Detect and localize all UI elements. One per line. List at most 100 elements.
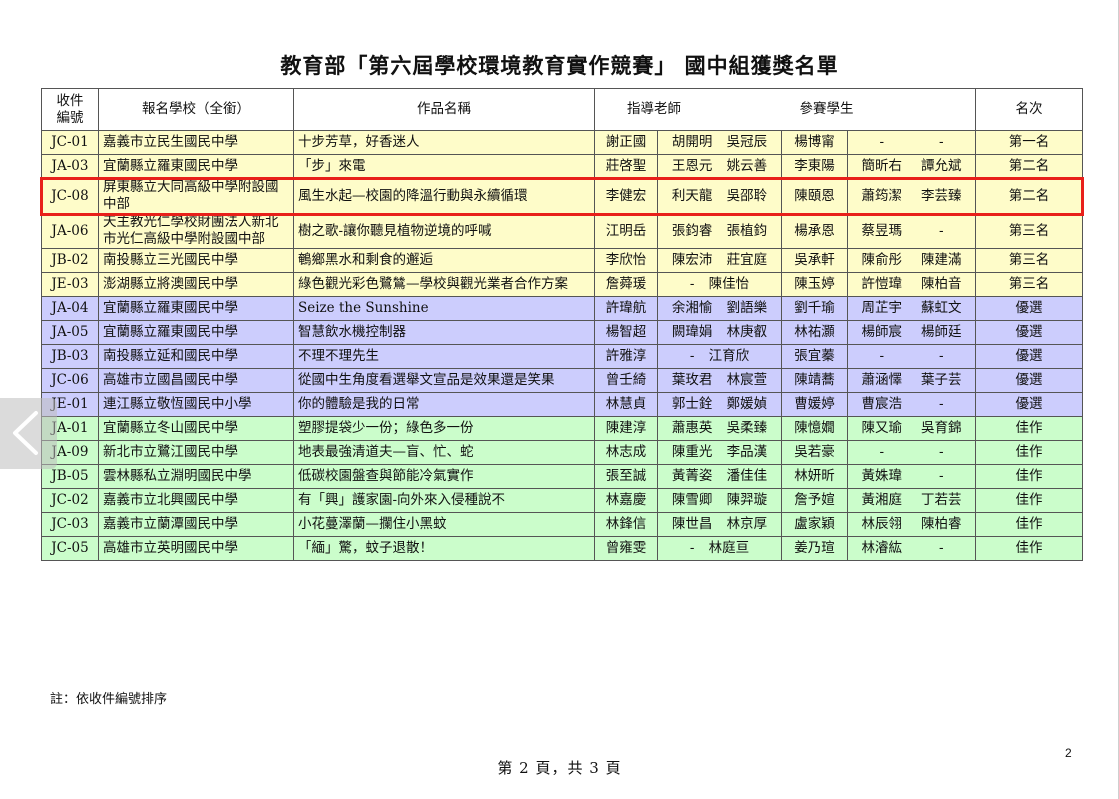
table-row: JB-02 南投縣立三光國民中學 鵪鄉黑水和剩食的邂逅 李欣怡 陳宏沛 莊宜庭 吳承軒 陳俞… — [41, 248, 1083, 273]
teacher-co-cell: 胡開明 吳冠辰 — [657, 130, 782, 155]
school-cell: 新北市立鷺江國民中學 — [98, 440, 294, 465]
table-row: JA-05 宜蘭縣立羅東國民中學 智慧飲水機控制器 楊智超 闕瑋娟 林庚叡 林祐灝 楊師宸楊… — [41, 320, 1083, 345]
student-others-cell: -- — [847, 440, 976, 465]
teacher-co-cell: 蕭惠英 吳柔臻 — [657, 416, 782, 441]
code-cell: JA-05 — [41, 320, 99, 345]
student-third: 蘇虹文 — [921, 300, 962, 316]
table-row: JA-06 天主教光仁學校財團法人新北市光仁高級中學附設國中部 樹之歌-讓你聽見植物… — [41, 213, 1083, 249]
previous-page-button[interactable] — [0, 398, 57, 469]
rank-cell: 第三名 — [975, 272, 1083, 297]
table-row: JC-01 嘉義市立民生國民中學 十步芳草，好香迷人 謝正國 胡開明 吳冠辰 楊博甯 - - 第… — [41, 130, 1083, 155]
student-first-cell: 張宜蓁 — [781, 344, 848, 369]
teacher-co-cell: 黃菁姿 潘佳佳 — [657, 464, 782, 489]
student-third: 楊師廷 — [921, 324, 962, 340]
work-cell: 智慧飲水機控制器 — [293, 320, 595, 345]
teacher-main-cell: 李健宏 — [594, 178, 658, 214]
rank-cell: 第二名 — [975, 154, 1083, 179]
work-cell: 有「興」護家園-向外來入侵種說不 — [293, 488, 595, 513]
code-cell: JA-06 — [41, 213, 99, 249]
student-second: 蔡昱瑪 — [861, 222, 903, 239]
school-cell: 嘉義市立北興國民中學 — [98, 488, 294, 513]
rank-cell: 第三名 — [975, 213, 1083, 249]
student-others-cell: 黃湘庭 丁若芸 — [847, 488, 976, 513]
student-first-cell: 陳憶嫺 — [781, 416, 848, 441]
student-first-cell: 姜乃瑄 — [781, 536, 848, 561]
work-cell: 樹之歌-讓你聽見植物逆境的呼喊 — [293, 213, 595, 249]
school-cell: 澎湖縣立將澳國民中學 — [98, 272, 294, 297]
school-cell: 南投縣立延和國民中學 — [98, 344, 294, 369]
rank-cell: 優選 — [975, 392, 1083, 417]
student-others-cell: 許愷瑋 陳柏音 — [847, 272, 976, 297]
teacher-co-cell: 葉玫君 林宸萱 — [657, 368, 782, 393]
rank-cell: 優選 — [975, 368, 1083, 393]
student-first-cell: 楊博甯 — [781, 130, 848, 155]
student-first-cell: 曹媛婷 — [781, 392, 848, 417]
rank-cell: 第三名 — [975, 248, 1083, 273]
teacher-main-cell: 張至誠 — [594, 464, 658, 489]
student-second: - — [879, 348, 885, 364]
school-cell: 屏東縣立大同高級中學附設國中部 — [98, 178, 294, 214]
school-cell: 高雄市立英明國民中學 — [98, 536, 294, 561]
student-third: 陳柏音 — [921, 276, 962, 292]
teacher-co-cell: - 陳佳怡 — [657, 272, 782, 297]
student-first-cell: 楊承恩 — [781, 213, 848, 249]
school-cell: 宜蘭縣立冬山國民中學 — [98, 416, 294, 441]
student-others-cell: 林辰翎 陳柏睿 — [847, 512, 976, 537]
teacher-co-cell: 張鈞睿 張植鈞 — [657, 213, 782, 249]
student-third: 丁若芸 — [921, 492, 962, 508]
table-row: JC-03 嘉義市立蘭潭國民中學 小花蔓澤蘭—攔住小黑蚊 林鋒信 陳世昌 林京厚 盧家穎林… — [41, 512, 1083, 537]
student-third: 李芸臻 — [921, 187, 962, 204]
teacher-main-cell: 李欣怡 — [594, 248, 658, 273]
rank-cell: 優選 — [975, 296, 1083, 321]
student-others-cell: 蕭涵懌 葉子芸 — [847, 368, 976, 393]
work-cell: 地表最強清道夫—盲、忙、蛇 — [293, 440, 595, 465]
student-third: 葉子芸 — [921, 372, 962, 388]
student-third: - — [938, 540, 944, 556]
header-row: 收件編號 報名學校（全銜） 作品名稱 指導老師 參賽學生 名次 — [41, 88, 1083, 131]
teacher-co-cell: 王恩元 姚云善 — [657, 154, 782, 179]
teacher-main-cell: 莊啓聖 — [594, 154, 658, 179]
student-third: - — [938, 134, 944, 150]
student-others-cell: 蕭筠潔 李芸臻 — [847, 178, 976, 214]
student-second: 林辰翎 — [861, 516, 903, 532]
rank-cell: 佳作 — [975, 512, 1083, 537]
work-cell: 小花蔓澤蘭—攔住小黑蚊 — [293, 512, 595, 537]
work-cell: 「步」來電 — [293, 154, 595, 179]
student-third: 譚允斌 — [921, 158, 962, 174]
student-first-cell: 詹予媗 — [781, 488, 848, 513]
teacher-co-cell: 陳世昌 林京厚 — [657, 512, 782, 537]
teacher-co-cell: 利天龍 吳邵聆 — [657, 178, 782, 214]
table-row: JB-05 雲林縣私立淵明國民中學 低碳校園盤查與節能冷氣實作 張至誠 黃菁姿 潘佳佳林… — [41, 464, 1083, 489]
table-row: JA-01 宜蘭縣立冬山國民中學 塑膠提袋少一份；綠色多一份 陳建淳 蕭惠英 吳柔臻 陳憶… — [41, 416, 1083, 441]
student-second: 陳又瑜 — [861, 420, 903, 436]
rank-cell: 優選 — [975, 320, 1083, 345]
table-row: JC-05 高雄市立英明國民中學 「緬」驚，蚊子退散！ 曾雍雯 - 林庭亘 姜乃瑄 林濬紘 -… — [41, 536, 1083, 561]
footnote: 註：依收件編號排序 — [50, 692, 168, 707]
school-cell: 天主教光仁學校財團法人新北市光仁高級中學附設國中部 — [98, 213, 294, 249]
student-others-cell: 周芷宇 蘇虹文 — [847, 296, 976, 321]
student-others-cell: 黃姝瑋 - — [847, 464, 976, 489]
work-cell: 鵪鄉黑水和剩食的邂逅 — [293, 248, 595, 273]
school-cell: 高雄市立國昌國民中學 — [98, 368, 294, 393]
student-second: 曹宸浩 — [861, 396, 903, 412]
code-cell: JC-05 — [41, 536, 99, 561]
teacher-main-cell: 詹蕣瑗 — [594, 272, 658, 297]
school-cell: 宜蘭縣立羅東國民中學 — [98, 296, 294, 321]
student-second: 林濬紘 — [861, 540, 903, 556]
student-third: - — [938, 348, 944, 364]
work-cell: 你的體驗是我的日常 — [293, 392, 595, 417]
student-second: 陳俞彤 — [861, 252, 903, 268]
teacher-main-cell: 楊智超 — [594, 320, 658, 345]
teacher-main-cell: 林嘉慶 — [594, 488, 658, 513]
header-students: 參賽學生 — [781, 88, 976, 131]
rank-cell: 佳作 — [975, 536, 1083, 561]
student-first-cell: 李東陽 — [781, 154, 848, 179]
teacher-main-cell: 江明岳 — [594, 213, 658, 249]
teacher-main-cell: 曾壬綺 — [594, 368, 658, 393]
student-first-cell: 劉千瑜 — [781, 296, 848, 321]
school-cell: 嘉義市立民生國民中學 — [98, 130, 294, 155]
student-second: 黃姝瑋 — [861, 468, 903, 484]
rank-cell: 第一名 — [975, 130, 1083, 155]
teacher-co-cell: - 江育欣 — [657, 344, 782, 369]
student-second: 楊師宸 — [861, 324, 903, 340]
